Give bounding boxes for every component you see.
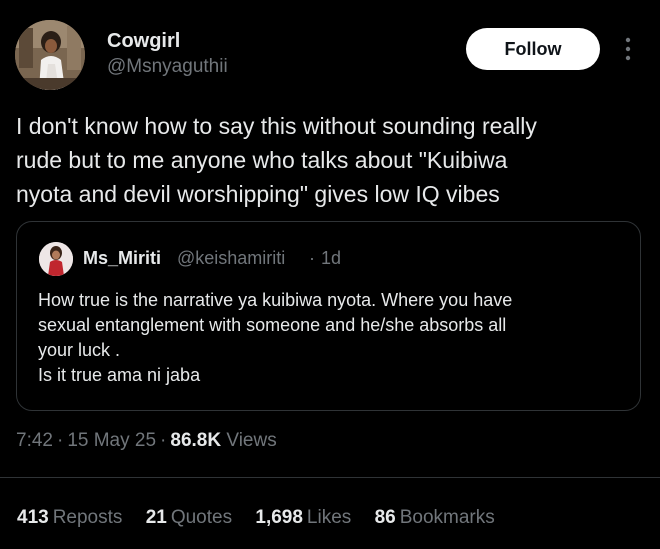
author-avatar[interactable] [15,20,85,90]
quoted-author-avatar[interactable] [39,242,73,276]
quotes-label: Quotes [170,507,233,528]
reposts-stat[interactable]: 413 Reposts [17,508,122,527]
engagement-stats: 413 Reposts 21 Quotes 1,698 Likes 86 Bookmar… [17,508,513,527]
tweet-meta: 7:42 · 15 May 25 · 86.8K Views [16,431,277,450]
quoted-author-avatar-image [39,242,73,276]
bookmarks-count: 86 [374,507,396,528]
quoted-author-handle[interactable]: @keishamiriti [177,249,285,267]
tweet-date[interactable]: 15 May 25 [67,430,156,451]
bookmarks-stat[interactable]: 86 Bookmarks [375,508,495,527]
bookmarks-label: Bookmarks [399,507,495,528]
meta-separator: · [56,430,64,451]
likes-count: 1,698 [255,507,303,528]
views-count: 86.8K [170,430,222,451]
likes-stat[interactable]: 1,698 Likes [255,508,351,527]
more-vertical-icon-glyph [625,37,631,61]
author-avatar-image [15,20,85,90]
quotes-count: 21 [145,507,167,528]
divider [0,477,660,478]
quoted-author-name[interactable]: Ms_Miriti [83,249,161,267]
reposts-label: Reposts [52,507,123,528]
tweet-text: I don't know how to say this without sou… [16,113,537,207]
quoted-timestamp[interactable]: 1d [321,249,341,267]
likes-label: Likes [306,507,352,528]
quotes-stat[interactable]: 21 Quotes [146,508,232,527]
meta-separator: · [160,430,167,451]
author-display-name[interactable]: Cowgirl [107,31,180,51]
quoted-tweet-card[interactable]: Ms_Miriti @keishamiriti · 1d How true is… [16,221,641,411]
follow-button[interactable]: Follow [466,28,600,70]
author-handle[interactable]: @Msnyaguthii [107,57,228,76]
tweet-time[interactable]: 7:42 [16,430,53,451]
more-vertical-icon[interactable] [623,37,633,61]
quoted-separator: · [309,248,315,268]
quoted-tweet-text: How true is the narrative ya kuibiwa nyo… [38,290,513,385]
reposts-count: 413 [17,507,49,528]
views-label: Views [226,430,277,451]
